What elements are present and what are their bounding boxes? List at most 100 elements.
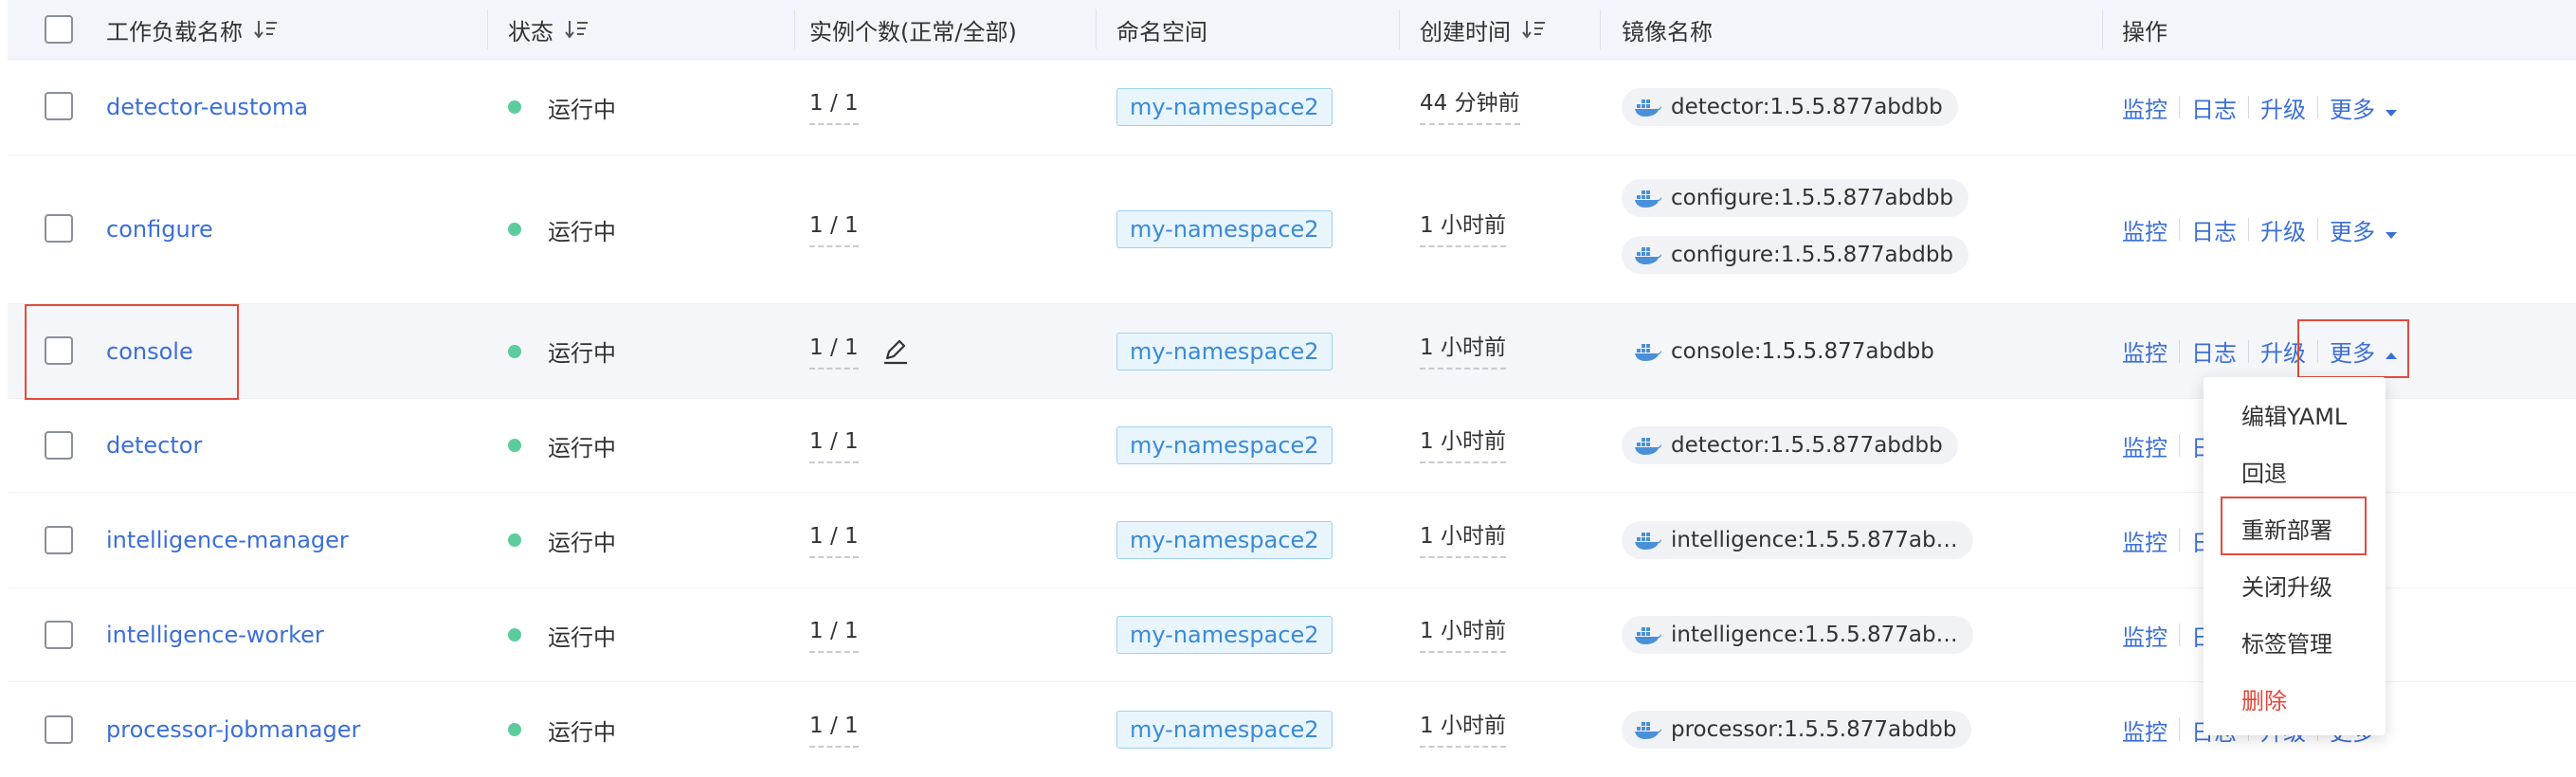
instance-count: 1 / 1 — [809, 89, 859, 125]
monitor-link[interactable]: 监控 — [2122, 619, 2168, 652]
workload-name-link[interactable]: detector — [106, 432, 202, 459]
table-row: console 运行中 1 / 1 my-namespace2 1 小时前 co… — [8, 304, 2576, 399]
image-tag: detector:1.5.5.877abdbb — [1622, 426, 1958, 464]
caret-down-icon — [2386, 109, 2397, 117]
sort-icon[interactable] — [1522, 19, 1547, 40]
monitor-link[interactable]: 监控 — [2122, 714, 2168, 747]
status-cell: 运行中 — [508, 60, 616, 154]
row-checkbox[interactable] — [45, 92, 73, 120]
table-header: 工作负载名称 状态 实例个数(正常/全部) 命名空间 创建时间 镜像名称 操作 — [8, 0, 2576, 60]
image-tag: intelligence:1.5.5.877ab… — [1622, 521, 1973, 559]
namespace-tag: my-namespace2 — [1116, 711, 1333, 749]
namespace-tag: my-namespace2 — [1116, 426, 1333, 464]
image-tag: detector:1.5.5.877abdbb — [1622, 88, 1958, 126]
logs-link[interactable]: 日志 — [2191, 334, 2237, 368]
menu-item-edit-yaml[interactable]: 编辑YAML — [2241, 398, 2347, 431]
instance-count: 1 / 1 — [809, 427, 859, 463]
menu-item-rollback[interactable]: 回退 — [2241, 455, 2287, 488]
menu-item-disable-upgrade[interactable]: 关闭升级 — [2241, 569, 2332, 602]
monitor-link[interactable]: 监控 — [2122, 213, 2168, 246]
image-tag: intelligence:1.5.5.877ab… — [1622, 616, 1973, 654]
instance-count: 1 / 1 — [809, 334, 859, 370]
column-header-namespace: 命名空间 — [1116, 18, 1207, 45]
highlight-box-console — [25, 304, 239, 400]
menu-item-label-management[interactable]: 标签管理 — [2241, 625, 2332, 659]
docker-icon — [1635, 438, 1661, 455]
created-time: 1 小时前 — [1420, 211, 1506, 247]
workload-name-link[interactable]: configure — [106, 216, 213, 243]
docker-icon — [1635, 627, 1661, 644]
table-row: detector-eustoma 运行中 1 / 1 my-namespace2… — [8, 60, 2576, 155]
status-cell: 运行中 — [508, 588, 616, 681]
monitor-link[interactable]: 监控 — [2122, 524, 2168, 557]
docker-icon — [1635, 190, 1661, 208]
row-checkbox[interactable] — [45, 715, 73, 744]
column-header-ops: 操作 — [2122, 18, 2168, 45]
upgrade-link[interactable]: 升级 — [2260, 213, 2306, 246]
status-cell: 运行中 — [508, 682, 616, 777]
sort-icon[interactable] — [254, 19, 279, 40]
row-checkbox[interactable] — [45, 526, 73, 554]
row-actions: 监控 日志 升级 更多 — [2122, 60, 2398, 154]
table-row: intelligence-manager 运行中 1 / 1 my-namesp… — [8, 493, 2576, 588]
highlight-box-redeploy — [2221, 497, 2367, 555]
select-all-checkbox[interactable] — [45, 15, 73, 44]
table-row: detector 运行中 1 / 1 my-namespace2 1 小时前 d… — [8, 399, 2576, 493]
status-dot — [508, 223, 521, 236]
column-header-status[interactable]: 状态 — [508, 0, 590, 59]
status-cell: 运行中 — [508, 493, 616, 587]
column-header-created[interactable]: 创建时间 — [1420, 0, 1547, 59]
namespace-tag: my-namespace2 — [1116, 88, 1333, 126]
image-tag: configure:1.5.5.877abdbb — [1622, 179, 1969, 217]
edit-icon[interactable] — [881, 337, 910, 366]
logs-link[interactable]: 日志 — [2191, 213, 2237, 246]
monitor-link[interactable]: 监控 — [2122, 334, 2168, 368]
monitor-link[interactable]: 监控 — [2122, 91, 2168, 124]
instance-count: 1 / 1 — [809, 617, 859, 653]
upgrade-link[interactable]: 升级 — [2260, 91, 2306, 124]
status-dot — [508, 628, 521, 641]
status-cell: 运行中 — [508, 155, 616, 303]
workload-name-link[interactable]: intelligence-worker — [106, 622, 324, 648]
docker-icon — [1635, 99, 1661, 117]
table-row: processor-jobmanager 运行中 1 / 1 my-namesp… — [8, 682, 2576, 769]
status-cell: 运行中 — [508, 399, 616, 492]
status-dot — [508, 533, 521, 547]
row-checkbox[interactable] — [45, 621, 73, 649]
created-time: 1 小时前 — [1420, 334, 1506, 370]
row-checkbox[interactable] — [45, 214, 73, 243]
table-row: configure 运行中 1 / 1 my-namespace2 1 小时前 … — [8, 155, 2576, 304]
workload-name-link[interactable]: detector-eustoma — [106, 94, 308, 120]
workload-name-link[interactable]: processor-jobmanager — [106, 716, 360, 743]
column-header-name[interactable]: 工作负载名称 — [106, 0, 279, 59]
docker-icon — [1635, 247, 1661, 264]
menu-item-delete[interactable]: 删除 — [2241, 682, 2287, 715]
workload-name-link[interactable]: intelligence-manager — [106, 527, 349, 553]
workload-list-page: { "columns": { "name": "工作负载名称", "status… — [0, 0, 2576, 769]
status-dot — [508, 344, 521, 358]
created-time: 44 分钟前 — [1420, 89, 1520, 125]
instance-count: 1 / 1 — [809, 211, 859, 247]
docker-icon — [1635, 533, 1661, 550]
created-time: 1 小时前 — [1420, 617, 1506, 653]
row-checkbox[interactable] — [45, 431, 73, 460]
more-dropdown[interactable]: 更多 — [2330, 213, 2398, 246]
monitor-link[interactable]: 监控 — [2122, 429, 2168, 462]
status-dot — [508, 439, 521, 452]
namespace-tag: my-namespace2 — [1116, 521, 1333, 559]
namespace-tag: my-namespace2 — [1116, 616, 1333, 654]
namespace-tag: my-namespace2 — [1116, 210, 1333, 248]
image-tag: console:1.5.5.877abdbb — [1622, 333, 1950, 370]
created-time: 1 小时前 — [1420, 427, 1506, 463]
logs-link[interactable]: 日志 — [2191, 91, 2237, 124]
filter-sort-icon[interactable] — [565, 19, 590, 40]
more-dropdown[interactable]: 更多 — [2330, 91, 2398, 124]
docker-icon — [1635, 343, 1661, 361]
caret-down-icon — [2386, 231, 2397, 239]
image-tag: processor:1.5.5.877abdbb — [1622, 711, 1972, 749]
namespace-tag: my-namespace2 — [1116, 332, 1333, 370]
status-dot — [508, 100, 521, 114]
created-time: 1 小时前 — [1420, 522, 1506, 558]
column-header-instances: 实例个数(正常/全部) — [809, 18, 1017, 45]
column-header-image: 镜像名称 — [1622, 18, 1713, 45]
